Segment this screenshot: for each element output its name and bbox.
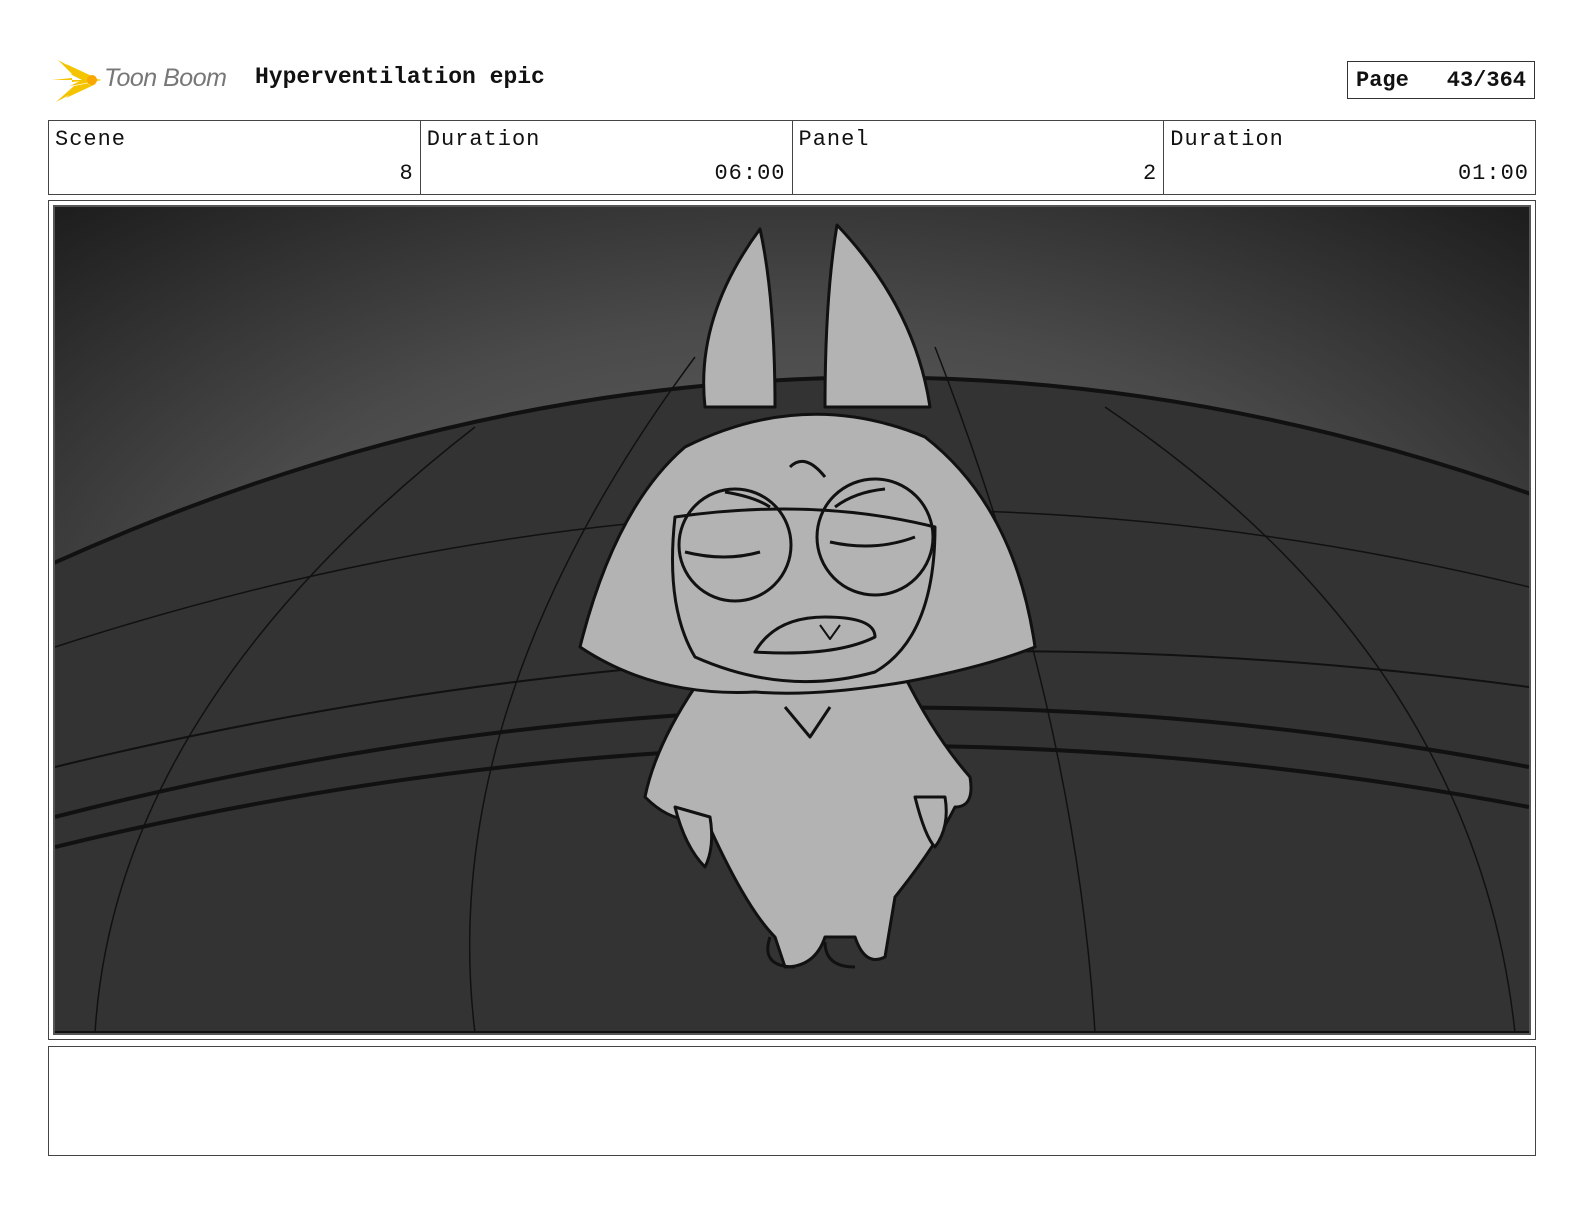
scene-duration-cell: Duration 06:00	[421, 121, 793, 194]
storyboard-panel-frame	[48, 200, 1536, 1040]
starburst-icon	[52, 60, 102, 102]
toon-boom-logo: Toon Boom	[52, 56, 242, 106]
scene-label: Scene	[55, 127, 127, 152]
logo-text: Toon Boom	[104, 64, 227, 92]
scene-duration-label: Duration	[426, 127, 541, 152]
panel-sketch	[55, 207, 1529, 1033]
scene-cell: Scene 8	[49, 121, 421, 194]
panel-duration-value: 01:00	[1457, 161, 1529, 186]
storyboard-panel-image	[53, 205, 1531, 1035]
panel-label: Panel	[798, 127, 870, 152]
page-label: Page	[1356, 67, 1409, 93]
scene-value: 8	[399, 161, 414, 186]
page-indicator: Page 43/364	[1347, 61, 1535, 99]
panel-duration-cell: Duration 01:00	[1164, 121, 1535, 194]
panel-duration-label: Duration	[1170, 127, 1284, 152]
page-number: 43/364	[1446, 67, 1526, 93]
scene-duration-value: 06:00	[714, 161, 786, 186]
panel-info-table: Scene 8 Duration 06:00 Panel 2 Duration …	[48, 120, 1536, 195]
panel-cell: Panel 2	[793, 121, 1165, 194]
document-title: Hyperventilation epic	[255, 64, 545, 90]
panel-notes-box	[48, 1046, 1536, 1156]
panel-value: 2	[1143, 161, 1158, 186]
